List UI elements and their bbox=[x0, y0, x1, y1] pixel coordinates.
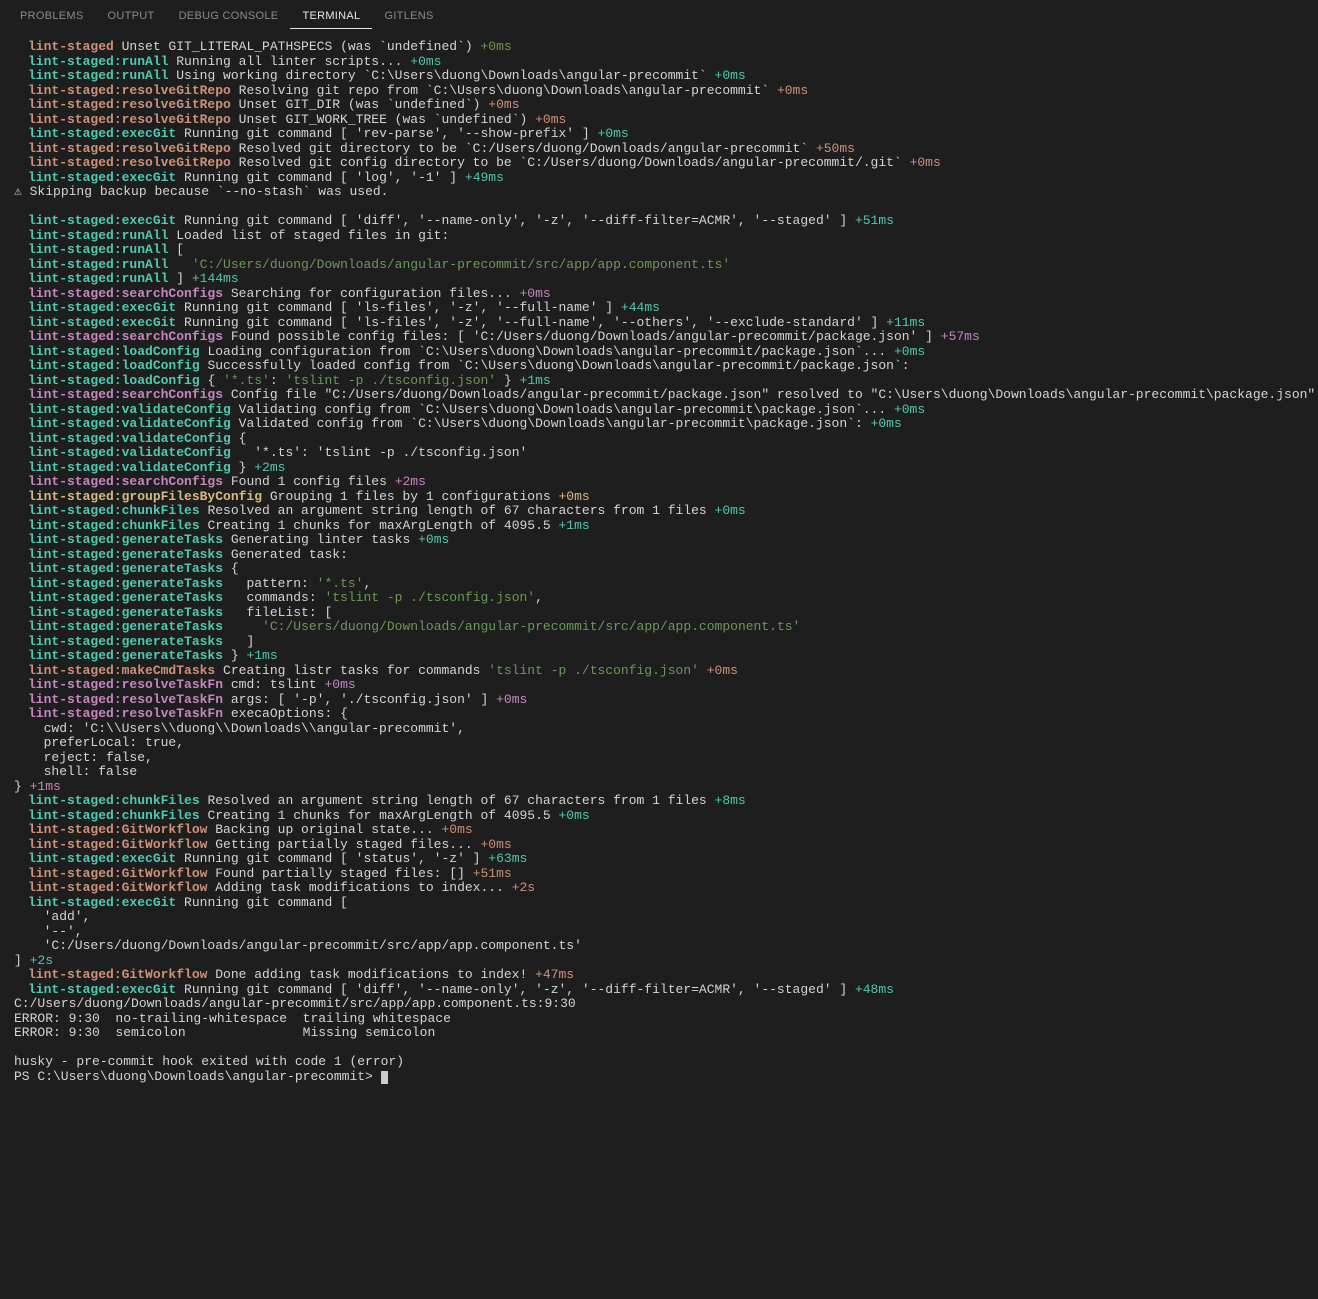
terminal-line: lint-staged:resolveTaskFn args: [ '-p', … bbox=[14, 693, 1304, 708]
terminal-line bbox=[14, 200, 1304, 215]
terminal-line: ERROR: 9:30 no-trailing-whitespace trail… bbox=[14, 1012, 1304, 1027]
terminal-line: lint-staged:execGit Running git command … bbox=[14, 171, 1304, 186]
terminal-line: lint-staged:runAll 'C:/Users/duong/Downl… bbox=[14, 258, 1304, 273]
terminal-line: reject: false, bbox=[14, 751, 1304, 766]
terminal-cursor bbox=[381, 1071, 388, 1084]
terminal-line: PS C:\Users\duong\Downloads\angular-prec… bbox=[14, 1070, 1304, 1085]
terminal-line: lint-staged:runAll Using working directo… bbox=[14, 69, 1304, 84]
terminal-line: lint-staged:generateTasks 'C:/Users/duon… bbox=[14, 620, 1304, 635]
terminal-line bbox=[14, 1041, 1304, 1056]
terminal-line: lint-staged:loadConfig { '*.ts': 'tslint… bbox=[14, 374, 1304, 389]
terminal-line: lint-staged:loadConfig Successfully load… bbox=[14, 359, 1304, 374]
terminal-line: lint-staged:resolveGitRepo Resolved git … bbox=[14, 142, 1304, 157]
terminal-line: lint-staged:searchConfigs Searching for … bbox=[14, 287, 1304, 302]
terminal-line: lint-staged:validateConfig '*.ts': 'tsli… bbox=[14, 446, 1304, 461]
terminal-line: 'C:/Users/duong/Downloads/angular-precom… bbox=[14, 939, 1304, 954]
terminal-line: lint-staged:makeCmdTasks Creating listr … bbox=[14, 664, 1304, 679]
terminal-line: ] +2s bbox=[14, 954, 1304, 969]
terminal-line: lint-staged:execGit Running git command … bbox=[14, 852, 1304, 867]
terminal-line: lint-staged:resolveGitRepo Unset GIT_WOR… bbox=[14, 113, 1304, 128]
terminal-line: shell: false bbox=[14, 765, 1304, 780]
terminal-line: lint-staged:chunkFiles Resolved an argum… bbox=[14, 794, 1304, 809]
terminal-line: '--', bbox=[14, 925, 1304, 940]
terminal-output[interactable]: lint-staged Unset GIT_LITERAL_PATHSPECS … bbox=[0, 30, 1318, 1104]
terminal-line: lint-staged:resolveTaskFn execaOptions: … bbox=[14, 707, 1304, 722]
terminal-line: lint-staged:generateTasks { bbox=[14, 562, 1304, 577]
terminal-line: lint-staged:runAll Loaded list of staged… bbox=[14, 229, 1304, 244]
terminal-line: husky - pre-commit hook exited with code… bbox=[14, 1055, 1304, 1070]
terminal-line: lint-staged:chunkFiles Resolved an argum… bbox=[14, 504, 1304, 519]
terminal-line: lint-staged:searchConfigs Config file "C… bbox=[14, 388, 1304, 403]
terminal-line: C:/Users/duong/Downloads/angular-precomm… bbox=[14, 997, 1304, 1012]
terminal-line: lint-staged:chunkFiles Creating 1 chunks… bbox=[14, 809, 1304, 824]
terminal-line: lint-staged:execGit Running git command … bbox=[14, 983, 1304, 998]
tab-gitlens[interactable]: GITLENS bbox=[372, 4, 445, 29]
terminal-line: lint-staged:validateConfig { bbox=[14, 432, 1304, 447]
terminal-line: lint-staged:resolveGitRepo Resolved git … bbox=[14, 156, 1304, 171]
terminal-line: lint-staged:chunkFiles Creating 1 chunks… bbox=[14, 519, 1304, 534]
terminal-line: preferLocal: true, bbox=[14, 736, 1304, 751]
terminal-line: ERROR: 9:30 semicolon Missing semicolon bbox=[14, 1026, 1304, 1041]
terminal-line: lint-staged:generateTasks Generating lin… bbox=[14, 533, 1304, 548]
terminal-line: lint-staged Unset GIT_LITERAL_PATHSPECS … bbox=[14, 40, 1304, 55]
terminal-line: lint-staged:validateConfig Validated con… bbox=[14, 417, 1304, 432]
terminal-line: lint-staged:generateTasks commands: 'tsl… bbox=[14, 591, 1304, 606]
tab-problems[interactable]: PROBLEMS bbox=[8, 4, 96, 29]
terminal-line: lint-staged:runAll [ bbox=[14, 243, 1304, 258]
terminal-line: cwd: 'C:\\Users\\duong\\Downloads\\angul… bbox=[14, 722, 1304, 737]
terminal-line: lint-staged:runAll Running all linter sc… bbox=[14, 55, 1304, 70]
terminal-line: lint-staged:execGit Running git command … bbox=[14, 214, 1304, 229]
terminal-line: ⚠ Skipping backup because `--no-stash` w… bbox=[14, 185, 1304, 200]
terminal-line: lint-staged:validateConfig Validating co… bbox=[14, 403, 1304, 418]
terminal-line: lint-staged:resolveGitRepo Unset GIT_DIR… bbox=[14, 98, 1304, 113]
terminal-line: lint-staged:searchConfigs Found 1 config… bbox=[14, 475, 1304, 490]
terminal-line: lint-staged:generateTasks ] bbox=[14, 635, 1304, 650]
terminal-line: lint-staged:loadConfig Loading configura… bbox=[14, 345, 1304, 360]
terminal-line: lint-staged:GitWorkflow Done adding task… bbox=[14, 968, 1304, 983]
terminal-line: lint-staged:resolveGitRepo Resolving git… bbox=[14, 84, 1304, 99]
terminal-line: lint-staged:generateTasks Generated task… bbox=[14, 548, 1304, 563]
terminal-line: lint-staged:runAll ] +144ms bbox=[14, 272, 1304, 287]
terminal-line: lint-staged:execGit Running git command … bbox=[14, 316, 1304, 331]
tab-debug-console[interactable]: DEBUG CONSOLE bbox=[167, 4, 291, 29]
terminal-line: lint-staged:execGit Running git command … bbox=[14, 896, 1304, 911]
terminal-line: lint-staged:groupFilesByConfig Grouping … bbox=[14, 490, 1304, 505]
terminal-line: lint-staged:GitWorkflow Adding task modi… bbox=[14, 881, 1304, 896]
terminal-line: lint-staged:GitWorkflow Backing up origi… bbox=[14, 823, 1304, 838]
terminal-line: 'add', bbox=[14, 910, 1304, 925]
terminal-line: } +1ms bbox=[14, 780, 1304, 795]
terminal-line: lint-staged:GitWorkflow Getting partiall… bbox=[14, 838, 1304, 853]
terminal-line: lint-staged:generateTasks pattern: '*.ts… bbox=[14, 577, 1304, 592]
tab-terminal[interactable]: TERMINAL bbox=[290, 4, 372, 29]
terminal-line: lint-staged:generateTasks } +1ms bbox=[14, 649, 1304, 664]
tab-output[interactable]: OUTPUT bbox=[96, 4, 167, 29]
terminal-line: lint-staged:GitWorkflow Found partially … bbox=[14, 867, 1304, 882]
terminal-line: lint-staged:searchConfigs Found possible… bbox=[14, 330, 1304, 345]
terminal-line: lint-staged:execGit Running git command … bbox=[14, 127, 1304, 142]
terminal-line: lint-staged:generateTasks fileList: [ bbox=[14, 606, 1304, 621]
panel-tabs: PROBLEMSOUTPUTDEBUG CONSOLETERMINALGITLE… bbox=[0, 0, 1318, 30]
terminal-line: lint-staged:resolveTaskFn cmd: tslint +0… bbox=[14, 678, 1304, 693]
terminal-line: lint-staged:validateConfig } +2ms bbox=[14, 461, 1304, 476]
terminal-line: lint-staged:execGit Running git command … bbox=[14, 301, 1304, 316]
